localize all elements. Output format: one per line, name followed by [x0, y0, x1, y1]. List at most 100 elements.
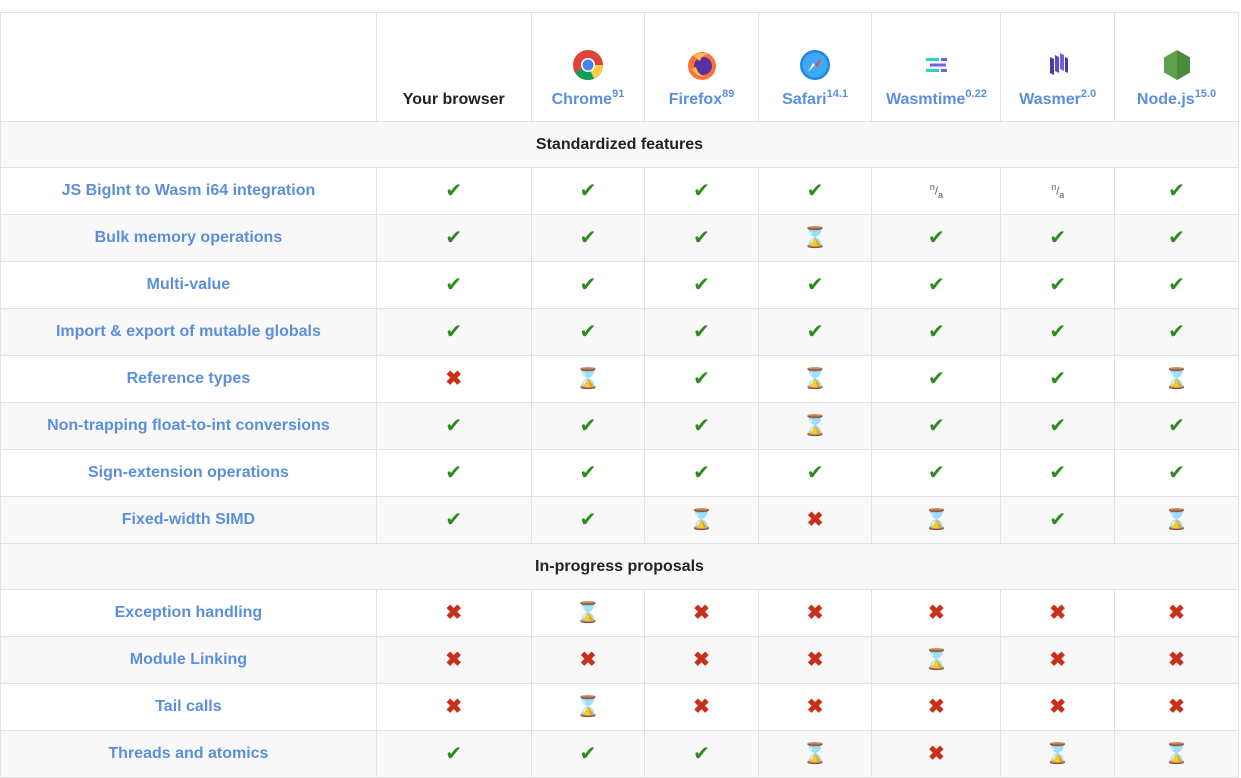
supported-check-icon[interactable]: ✔	[580, 181, 597, 201]
unsupported-cross-icon[interactable]: ✖	[693, 650, 710, 670]
supported-check-icon[interactable]: ✔	[1049, 322, 1066, 342]
supported-check-icon[interactable]: ✔	[693, 181, 710, 201]
supported-check-icon[interactable]: ✔	[928, 463, 945, 483]
in-progress-hourglass-icon[interactable]: ⌛	[576, 603, 601, 623]
supported-check-icon[interactable]: ✔	[928, 275, 945, 295]
supported-check-icon[interactable]: ✔	[807, 275, 824, 295]
unsupported-cross-icon[interactable]: ✖	[928, 697, 945, 717]
supported-check-icon[interactable]: ✔	[693, 228, 710, 248]
unsupported-cross-icon[interactable]: ✖	[1168, 650, 1185, 670]
unsupported-cross-icon[interactable]: ✖	[928, 603, 945, 623]
wasmer-link[interactable]: Wasmer2.0	[1019, 88, 1096, 108]
unsupported-cross-icon[interactable]: ✖	[445, 603, 462, 623]
supported-check-icon[interactable]: ✔	[693, 322, 710, 342]
supported-check-icon[interactable]: ✔	[807, 181, 824, 201]
supported-check-icon[interactable]: ✔	[693, 275, 710, 295]
supported-check-icon[interactable]: ✔	[445, 744, 462, 764]
feature-name-link[interactable]: Multi-value	[0, 261, 377, 309]
in-progress-hourglass-icon[interactable]: ⌛	[924, 510, 949, 530]
supported-check-icon[interactable]: ✔	[1049, 275, 1066, 295]
safari-header[interactable]: Safari14.1	[757, 12, 873, 122]
supported-check-icon[interactable]: ✔	[693, 744, 710, 764]
unsupported-cross-icon[interactable]: ✖	[807, 510, 824, 530]
supported-check-icon[interactable]: ✔	[1168, 416, 1185, 436]
in-progress-hourglass-icon[interactable]: ⌛	[576, 369, 601, 389]
supported-check-icon[interactable]: ✔	[1168, 322, 1185, 342]
feature-name-link[interactable]: Exception handling	[0, 589, 377, 637]
supported-check-icon[interactable]: ✔	[807, 322, 824, 342]
firefox-header[interactable]: Firefox89	[644, 12, 759, 122]
unsupported-cross-icon[interactable]: ✖	[445, 650, 462, 670]
in-progress-hourglass-icon[interactable]: ⌛	[689, 510, 714, 530]
wasmer-header[interactable]: Wasmer2.0	[1000, 12, 1116, 122]
feature-name-link[interactable]: Threads and atomics	[0, 730, 377, 778]
supported-check-icon[interactable]: ✔	[580, 463, 597, 483]
supported-check-icon[interactable]: ✔	[445, 228, 462, 248]
chrome-link[interactable]: Chrome91	[552, 88, 625, 108]
supported-check-icon[interactable]: ✔	[1168, 463, 1185, 483]
in-progress-hourglass-icon[interactable]: ⌛	[1164, 510, 1189, 530]
supported-check-icon[interactable]: ✔	[1168, 228, 1185, 248]
in-progress-hourglass-icon[interactable]: ⌛	[1045, 744, 1070, 764]
nodejs-link[interactable]: Node.js15.0	[1137, 88, 1216, 108]
feature-name-link[interactable]: Reference types	[0, 355, 377, 403]
supported-check-icon[interactable]: ✔	[928, 369, 945, 389]
in-progress-hourglass-icon[interactable]: ⌛	[1164, 744, 1189, 764]
supported-check-icon[interactable]: ✔	[1168, 275, 1185, 295]
feature-name-link[interactable]: JS BigInt to Wasm i64 integration	[0, 167, 377, 215]
unsupported-cross-icon[interactable]: ✖	[1168, 697, 1185, 717]
feature-name-link[interactable]: Module Linking	[0, 636, 377, 684]
supported-check-icon[interactable]: ✔	[928, 228, 945, 248]
supported-check-icon[interactable]: ✔	[580, 416, 597, 436]
supported-check-icon[interactable]: ✔	[693, 463, 710, 483]
supported-check-icon[interactable]: ✔	[928, 416, 945, 436]
chrome-header[interactable]: Chrome91	[530, 12, 646, 122]
supported-check-icon[interactable]: ✔	[1049, 369, 1066, 389]
supported-check-icon[interactable]: ✔	[1049, 228, 1066, 248]
unsupported-cross-icon[interactable]: ✖	[928, 744, 945, 764]
supported-check-icon[interactable]: ✔	[807, 463, 824, 483]
supported-check-icon[interactable]: ✔	[580, 744, 597, 764]
firefox-link[interactable]: Firefox89	[669, 88, 735, 108]
unsupported-cross-icon[interactable]: ✖	[580, 650, 597, 670]
supported-check-icon[interactable]: ✔	[445, 510, 462, 530]
unsupported-cross-icon[interactable]: ✖	[807, 603, 824, 623]
supported-check-icon[interactable]: ✔	[928, 322, 945, 342]
in-progress-hourglass-icon[interactable]: ⌛	[576, 697, 601, 717]
wasmtime-header[interactable]: Wasmtime0.22	[871, 12, 1002, 122]
supported-check-icon[interactable]: ✔	[693, 416, 710, 436]
in-progress-hourglass-icon[interactable]: ⌛	[803, 744, 828, 764]
supported-check-icon[interactable]: ✔	[580, 275, 597, 295]
unsupported-cross-icon[interactable]: ✖	[693, 603, 710, 623]
supported-check-icon[interactable]: ✔	[1168, 181, 1185, 201]
supported-check-icon[interactable]: ✔	[1049, 416, 1066, 436]
nodejs-header[interactable]: Node.js15.0	[1114, 12, 1239, 122]
unsupported-cross-icon[interactable]: ✖	[1049, 603, 1066, 623]
safari-link[interactable]: Safari14.1	[782, 88, 848, 108]
in-progress-hourglass-icon[interactable]: ⌛	[924, 650, 949, 670]
supported-check-icon[interactable]: ✔	[1049, 463, 1066, 483]
unsupported-cross-icon[interactable]: ✖	[445, 369, 462, 389]
feature-name-link[interactable]: Non-trapping float-to-int conversions	[0, 402, 377, 450]
supported-check-icon[interactable]: ✔	[445, 275, 462, 295]
feature-name-link[interactable]: Tail calls	[0, 683, 377, 731]
wasmtime-link[interactable]: Wasmtime0.22	[886, 88, 987, 108]
in-progress-hourglass-icon[interactable]: ⌛	[803, 369, 828, 389]
supported-check-icon[interactable]: ✔	[445, 463, 462, 483]
feature-name-link[interactable]: Fixed-width SIMD	[0, 496, 377, 544]
supported-check-icon[interactable]: ✔	[445, 181, 462, 201]
supported-check-icon[interactable]: ✔	[580, 510, 597, 530]
unsupported-cross-icon[interactable]: ✖	[1168, 603, 1185, 623]
unsupported-cross-icon[interactable]: ✖	[1049, 650, 1066, 670]
supported-check-icon[interactable]: ✔	[580, 322, 597, 342]
supported-check-icon[interactable]: ✔	[693, 369, 710, 389]
supported-check-icon[interactable]: ✔	[1049, 510, 1066, 530]
feature-name-link[interactable]: Import & export of mutable globals	[0, 308, 377, 356]
in-progress-hourglass-icon[interactable]: ⌛	[803, 416, 828, 436]
supported-check-icon[interactable]: ✔	[445, 322, 462, 342]
unsupported-cross-icon[interactable]: ✖	[1049, 697, 1066, 717]
supported-check-icon[interactable]: ✔	[580, 228, 597, 248]
unsupported-cross-icon[interactable]: ✖	[445, 697, 462, 717]
feature-name-link[interactable]: Sign-extension operations	[0, 449, 377, 497]
feature-name-link[interactable]: Bulk memory operations	[0, 214, 377, 262]
